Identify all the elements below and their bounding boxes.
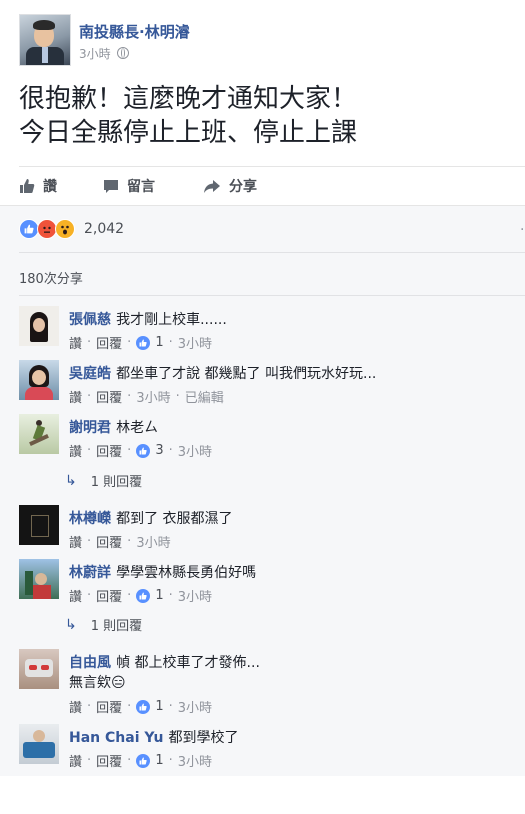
comment-time[interactable]: 3小時: [178, 751, 212, 770]
like-icon: [136, 588, 151, 603]
reply-arrow-icon: ↳: [65, 472, 77, 489]
comment-like-button[interactable]: 讚: [69, 586, 82, 605]
like-label: 讚: [43, 179, 57, 195]
share-icon: [204, 180, 220, 193]
comment-reply-button[interactable]: 回覆: [96, 751, 122, 770]
divider: [19, 252, 525, 253]
comment-text: 都坐車了才說 都幾點了 叫我們玩水好玩...: [116, 366, 377, 382]
comment-text: 林老ㄙ: [116, 420, 159, 436]
post-time[interactable]: 3小時: [79, 47, 111, 61]
commenter-avatar[interactable]: [19, 649, 59, 689]
comment-like-count[interactable]: 3: [136, 443, 164, 458]
commenter-avatar[interactable]: [19, 559, 59, 599]
comment-text: 學學雲林縣長勇伯好嗎: [116, 565, 257, 581]
post-timestamp[interactable]: 3小時: [79, 45, 129, 62]
like-icon: [136, 699, 151, 714]
commenter-avatar[interactable]: [19, 360, 59, 400]
comment-reply-button[interactable]: 回覆: [96, 387, 122, 406]
commenter-avatar[interactable]: [19, 414, 59, 454]
comment-time[interactable]: 3小時: [136, 532, 170, 551]
thumbs-up-icon: [20, 179, 35, 193]
commenter-name[interactable]: 吳庭皓: [69, 366, 111, 382]
angry-icon: [37, 219, 57, 239]
reaction-count[interactable]: 2,042: [84, 221, 124, 237]
comment-like-count[interactable]: 1: [136, 753, 164, 768]
comment-reply-button[interactable]: 回覆: [96, 532, 122, 551]
like-icon: [136, 753, 151, 768]
comment-time[interactable]: 3小時: [178, 697, 212, 716]
comment-time[interactable]: 3小時: [178, 441, 212, 460]
commenter-avatar[interactable]: [19, 724, 59, 764]
like-icon: [136, 443, 151, 458]
like-icon: [136, 335, 151, 350]
page-avatar[interactable]: [19, 14, 71, 66]
comment-text: 我才剛上校車......: [116, 312, 227, 328]
comment-like-count[interactable]: 1: [136, 699, 164, 714]
comment-like-count[interactable]: 1: [136, 588, 164, 603]
comment-like-button[interactable]: 讚: [69, 441, 82, 460]
comment-time[interactable]: 3小時: [178, 586, 212, 605]
commenter-avatar[interactable]: [19, 306, 59, 346]
comment-time[interactable]: 3小時: [178, 333, 212, 352]
comment-text-line2: 無言欸😑: [69, 675, 126, 691]
post-text-line: 今日全縣停止上班、停止上課: [19, 118, 358, 148]
reaction-icons[interactable]: [19, 219, 75, 239]
comment-text: 幀 都上校車了才發佈...: [116, 655, 260, 671]
divider: [19, 295, 525, 296]
divider: [19, 166, 525, 167]
replies-count[interactable]: 1 則回覆: [91, 471, 142, 490]
comment-reply-button[interactable]: 回覆: [96, 333, 122, 352]
like-button[interactable]: 讚: [19, 176, 57, 196]
share-count[interactable]: 180次分享: [19, 268, 83, 287]
comment-text: 都到學校了: [168, 730, 239, 746]
edited-label[interactable]: 已編輯: [185, 387, 224, 406]
commenter-name[interactable]: Han Chai Yu: [69, 730, 163, 746]
comment-icon: [104, 180, 118, 193]
commenter-name[interactable]: 自由風: [69, 655, 111, 671]
comment-reply-button[interactable]: 回覆: [96, 697, 122, 716]
share-label: 分享: [229, 179, 257, 195]
share-button[interactable]: 分享: [203, 176, 257, 196]
comment-like-button[interactable]: 讚: [69, 333, 82, 352]
comment-reply-button[interactable]: 回覆: [96, 441, 122, 460]
post-text: 很抱歉！這麼晚才通知大家！ 今日全縣停止上班、停止上課: [19, 82, 357, 150]
comment-like-button[interactable]: 讚: [69, 697, 82, 716]
comment-like-button[interactable]: 讚: [69, 387, 82, 406]
comment-button[interactable]: 留言: [103, 176, 155, 196]
wow-icon: [55, 219, 75, 239]
commenter-avatar[interactable]: [19, 505, 59, 545]
comment-like-button[interactable]: 讚: [69, 532, 82, 551]
reply-arrow-icon: ↳: [65, 616, 77, 633]
commenter-name[interactable]: 林蔚詳: [69, 565, 111, 581]
comment-like-button[interactable]: 讚: [69, 751, 82, 770]
commenter-name[interactable]: 林樽嶸: [69, 511, 111, 527]
view-replies-link[interactable]: ↳ 1 則回覆: [65, 471, 142, 491]
comment-like-count[interactable]: 1: [136, 335, 164, 350]
more-icon[interactable]: ·: [520, 222, 524, 238]
replies-count[interactable]: 1 則回覆: [91, 615, 142, 634]
comment-time[interactable]: 3小時: [136, 387, 170, 406]
commenter-name[interactable]: 張佩慈: [69, 312, 111, 328]
comment-label: 留言: [127, 179, 155, 195]
page-bottom: [0, 776, 525, 814]
comment-text: 都到了 衣服都濕了: [116, 511, 233, 527]
page-name-link[interactable]: 南投縣長·林明濬: [79, 21, 190, 42]
view-replies-link[interactable]: ↳ 1 則回覆: [65, 615, 142, 635]
globe-icon: [116, 47, 129, 59]
like-icon: [19, 219, 39, 239]
commenter-name[interactable]: 謝明君: [69, 420, 111, 436]
comment-reply-button[interactable]: 回覆: [96, 586, 122, 605]
post-text-line: 很抱歉！這麼晚才通知大家！: [19, 84, 358, 114]
